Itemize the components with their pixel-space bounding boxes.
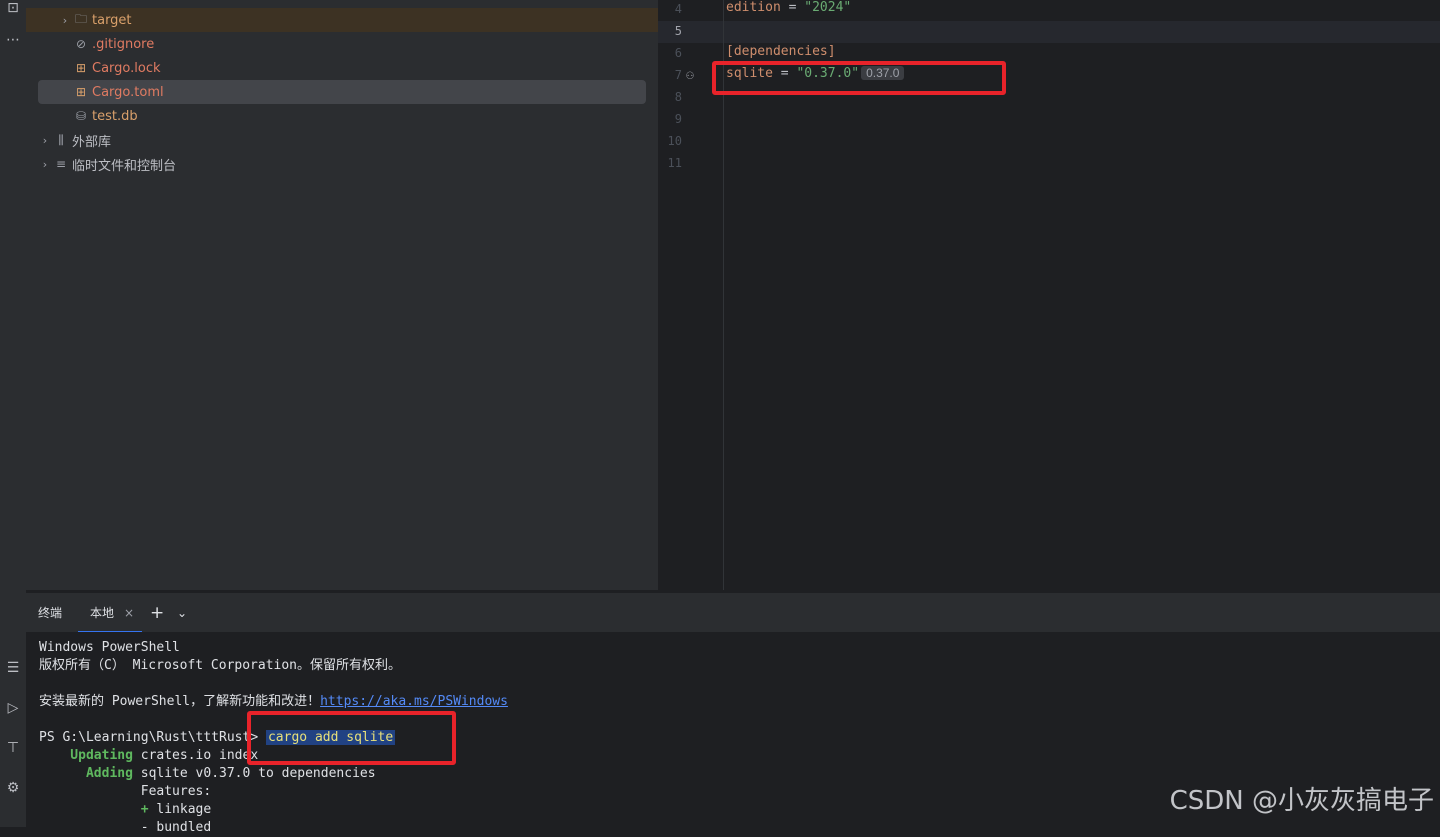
tree-item-gitignore[interactable]: ⊘ .gitignore [26, 32, 658, 56]
chevron-right-icon[interactable]: › [38, 134, 52, 147]
structure-icon[interactable]: ⊡ [0, 0, 26, 16]
line-number: 5 [674, 24, 682, 38]
line-number: 8 [674, 90, 682, 104]
tab-label: 本地 [90, 606, 115, 620]
line-number: 4 [674, 2, 682, 16]
tree-item-cargo-lock[interactable]: ⊞ Cargo.lock [26, 56, 658, 80]
terminal-text: crates.io index [132, 748, 259, 763]
terminal-line: - bundled [39, 819, 211, 837]
scratch-icon: ≡ [55, 157, 67, 171]
watermark: CSDN @小灰灰搞电子 [1169, 786, 1434, 816]
database-icon: ⛁ [75, 109, 87, 123]
more-tools-icon[interactable]: ⋯ [0, 32, 26, 48]
status-keyword: Updating [39, 748, 133, 763]
tree-item-scratches[interactable]: › ≡ 临时文件和控制台 [26, 152, 658, 176]
line-number: 6 [674, 46, 682, 60]
code-section-header: [dependencies] [726, 44, 836, 59]
cargo-file-icon: ⊞ [75, 61, 87, 75]
bookmarks-icon[interactable]: ☰ [0, 660, 26, 676]
line-number: 9 [674, 112, 682, 126]
tree-item-label: target [92, 12, 132, 28]
ignore-icon: ⊘ [75, 37, 87, 51]
line-number: 7 [674, 68, 682, 82]
minus-marker: - [39, 820, 157, 835]
terminal-line: + linkage [39, 801, 211, 819]
tree-item-label: test.db [92, 108, 138, 124]
close-icon[interactable]: × [124, 593, 134, 633]
terminal-title: 终端 [38, 606, 63, 620]
chevron-right-icon[interactable]: › [58, 14, 72, 27]
code-line-section: [dependencies] [726, 44, 836, 59]
tree-item-label: .gitignore [92, 36, 155, 52]
tab-local[interactable]: 本地 [77, 593, 143, 633]
folder-icon: 🗀 [74, 11, 87, 26]
tree-item-test-db[interactable]: ⛁ test.db [26, 104, 658, 128]
tool-window-rail: ⊡ ⋯ ☰ ▷ ⊤ ⚙ [0, 0, 27, 827]
code-string: "2024" [804, 0, 852, 15]
line-number: 11 [667, 156, 682, 170]
feature-name: linkage [156, 802, 212, 817]
tree-item-label: 外部库 [72, 134, 112, 150]
code-key: edition [726, 0, 781, 15]
terminal-text: sqlite v0.37.0 to dependencies [132, 766, 376, 781]
terminal-prompt: PS G:\Learning\Rust\tttRust> [39, 730, 266, 745]
terminal-text: 安装最新的 PowerShell，了解新功能和改进！ [39, 694, 321, 709]
tree-item-target[interactable]: › 🗀 target [26, 8, 658, 32]
code-line-edition: edition = "2024" [726, 0, 851, 15]
tree-item-cargo-toml[interactable]: ⊞ Cargo.toml [38, 80, 646, 104]
tree-item-external-libraries[interactable]: › ⫼ 外部库 [26, 128, 658, 152]
feature-name: bundled [156, 820, 212, 835]
tree-item-label: Cargo.lock [92, 60, 161, 76]
annotation-highlight-box [712, 61, 1006, 95]
run-icon[interactable]: ▷ [0, 700, 26, 716]
current-line-highlight [658, 21, 1440, 43]
chevron-right-icon[interactable]: › [38, 158, 52, 171]
tree-item-label: Cargo.toml [92, 84, 164, 100]
powershell-link[interactable]: https://aka.ms/PSWindows [320, 694, 508, 709]
chevron-down-icon[interactable]: ⌄ [177, 593, 187, 633]
terminal-line: Features: [39, 784, 212, 799]
code-operator: = [780, 0, 805, 15]
terminal-line: Updating crates.io index [39, 747, 258, 765]
tree-item-label: 临时文件和控制台 [72, 158, 177, 174]
terminal-line: 版权所有（C） Microsoft Corporation。保留所有权利。 [39, 658, 402, 673]
library-icon: ⫼ [58, 132, 64, 147]
terminal-line: Windows PowerShell [39, 640, 180, 655]
services-icon[interactable]: ⚙ [0, 780, 26, 796]
annotation-highlight-box [247, 711, 456, 765]
project-tree-panel: › 🗀 target ⊘ .gitignore ⊞ Cargo.lock ⊞ C… [26, 0, 658, 590]
terminal-line: 安装最新的 PowerShell，了解新功能和改进！https://aka.ms… [39, 693, 508, 711]
terminal-toolbar: 终端 本地 × + ⌄ [26, 592, 1440, 633]
plus-marker: + [39, 802, 157, 817]
add-tab-icon[interactable]: + [150, 593, 164, 633]
terminal-icon[interactable]: ⊤ [0, 740, 26, 756]
crate-dependency-icon[interactable]: ⚇ [686, 68, 694, 83]
terminal-line: Adding sqlite v0.37.0 to dependencies [39, 765, 376, 783]
cargo-file-icon: ⊞ [75, 85, 87, 99]
line-number: 10 [667, 134, 682, 148]
status-keyword: Adding [39, 766, 133, 781]
